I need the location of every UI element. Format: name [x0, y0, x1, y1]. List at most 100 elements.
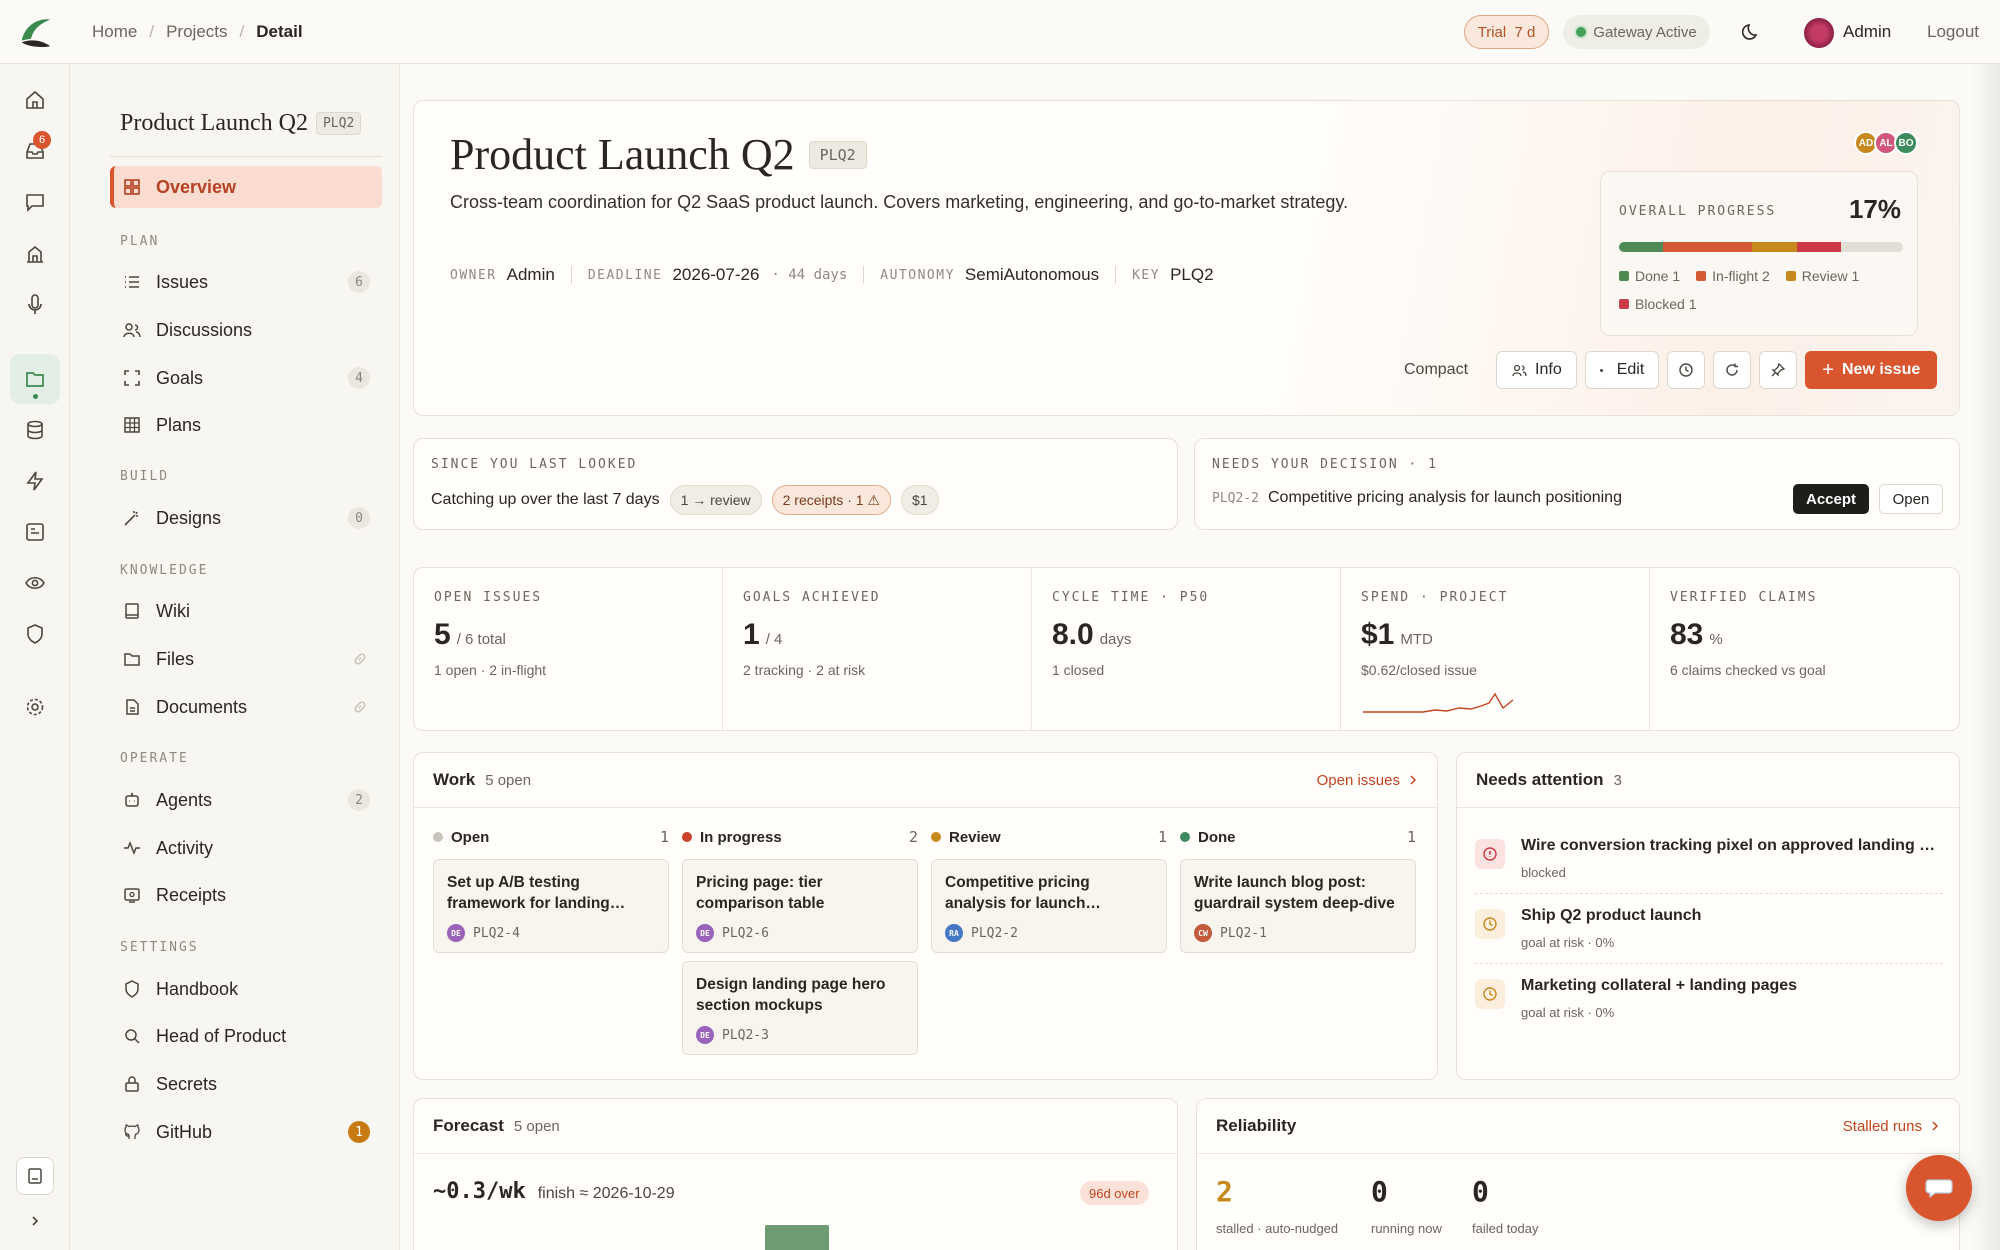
attention-item[interactable]: Marketing collateral + landing pages goal…	[1475, 971, 1943, 1039]
sidebar-item-discussions[interactable]: Discussions	[110, 309, 382, 351]
metric-tile[interactable]: VERIFIED CLAIMS 83% 6 claims checked vs go…	[1650, 568, 1959, 730]
since-text: Catching up over the last 7 days	[431, 491, 660, 508]
breadcrumb-projects[interactable]: Projects	[166, 22, 227, 42]
work-count: 5 open	[485, 771, 532, 789]
kanban-column: Done 1 Write launch blog post: guardrail s…	[1180, 825, 1416, 953]
app-logo[interactable]	[16, 12, 54, 50]
breadcrumb: Home / Projects / Detail	[92, 22, 303, 42]
status-dot	[1576, 27, 1587, 37]
pin-icon	[1771, 362, 1786, 377]
chevron-right-icon[interactable]	[28, 1214, 42, 1228]
building-icon[interactable]	[24, 243, 46, 265]
gear-icon[interactable]	[24, 696, 46, 718]
member-avatars[interactable]: AD AL BO	[1854, 131, 1918, 155]
sidebar-item-activity[interactable]: Activity	[110, 827, 382, 869]
avatar: CW	[1194, 924, 1212, 942]
link-icon	[354, 653, 366, 665]
stalled-runs-link[interactable]: Stalled runs	[1843, 1118, 1940, 1135]
sidebar-item-plans[interactable]: Plans	[110, 404, 382, 446]
reliability-label: stalled · auto-nudged	[1216, 1221, 1339, 1236]
folder-icon[interactable]	[24, 368, 46, 390]
legend-label: Blocked 1	[1635, 296, 1697, 312]
accept-button[interactable]: Accept	[1793, 484, 1869, 514]
refresh-button[interactable]	[1713, 351, 1752, 389]
history-button[interactable]	[1667, 351, 1706, 389]
sidebar-item-designs[interactable]: Designs 0	[110, 497, 382, 539]
attention-subtext: blocked	[1521, 865, 1566, 880]
autonomy-value[interactable]: SemiAutonomous	[965, 265, 1099, 285]
attention-item[interactable]: Wire conversion tracking pixel on approv…	[1475, 831, 1943, 899]
sidebar-item-issues[interactable]: Issues 6	[110, 261, 382, 303]
sidebar-item-head-of-product[interactable]: Head of Product	[110, 1015, 382, 1057]
sidebar-item-secrets[interactable]: Secrets	[110, 1063, 382, 1105]
attention-item[interactable]: Ship Q2 product launch goal at risk · 0%	[1475, 901, 1943, 969]
sidebar-item-agents[interactable]: Agents 2	[110, 779, 382, 821]
edit-button[interactable]: Edit	[1584, 351, 1660, 389]
folder-icon	[124, 653, 140, 666]
book-button[interactable]	[16, 1157, 54, 1195]
issue-card[interactable]: Design landing page hero section mockups…	[682, 961, 918, 1055]
avatar[interactable]: BO	[1894, 131, 1918, 155]
sidebar-item-label: Documents	[156, 696, 248, 717]
metric-subtext: $0.62/closed issue	[1361, 662, 1477, 678]
attention-subtext: goal at risk · 0%	[1521, 935, 1615, 950]
sidebar-item-goals[interactable]: Goals 4	[110, 357, 382, 399]
issue-card[interactable]: Write launch blog post: guardrail system…	[1180, 859, 1416, 953]
metric-tile[interactable]: SPEND · PROJECT $1 MTD $0.62/closed issue	[1341, 568, 1650, 730]
spend-chip[interactable]: $1	[900, 485, 939, 515]
gateway-status[interactable]: Gateway Active	[1563, 15, 1710, 49]
sidebar-item-handbook[interactable]: Handbook	[110, 968, 382, 1010]
avatar: DE	[696, 924, 714, 942]
review-chip[interactable]: 1 → review	[669, 485, 762, 515]
overall-progress-panel: OVERALL PROGRESS 17% Done 1 In-flight 2 Re…	[1600, 171, 1918, 336]
open-button[interactable]: Open	[1879, 484, 1943, 514]
pin-button[interactable]	[1759, 351, 1798, 389]
lightning-icon[interactable]	[24, 470, 46, 492]
info-button[interactable]: Info	[1496, 351, 1577, 389]
chat-fab-button[interactable]	[1906, 1155, 1972, 1221]
sidebar-item-label: Activity	[156, 837, 214, 858]
chat-icon[interactable]	[24, 191, 46, 213]
sidebar-item-label: Plans	[156, 414, 202, 435]
logout-link[interactable]: Logout	[1927, 22, 1979, 42]
sidebar-item-documents[interactable]: Documents	[110, 686, 382, 728]
issue-card[interactable]: Set up A/B testing framework for landing…	[433, 859, 669, 953]
decision-title[interactable]: Competitive pricing analysis for launch …	[1268, 489, 1622, 507]
meta-label: AUTONOMY	[880, 267, 955, 283]
user-name[interactable]: Admin	[1843, 22, 1891, 42]
receipts-chip[interactable]: 2 receipts · 1 ⚠	[771, 485, 891, 515]
sidebar-item-receipts[interactable]: Receipts	[110, 874, 382, 916]
microphone-icon[interactable]	[24, 294, 46, 316]
metric-subtext: 1 closed	[1052, 662, 1105, 678]
metric-tile[interactable]: GOALS ACHIEVED 1 / 4 2 tracking · 2 at risk	[723, 568, 1032, 730]
sidebar-item-overview[interactable]: Overview	[110, 166, 382, 208]
metric-tile[interactable]: CYCLE TIME · P50 8.0 days 1 closed	[1032, 568, 1341, 730]
avatar[interactable]	[1804, 18, 1834, 48]
database-icon[interactable]	[24, 419, 46, 441]
reliability-card: Reliability Stalled runs 2 stalled · auto…	[1196, 1098, 1960, 1250]
breadcrumb-home[interactable]: Home	[92, 22, 137, 42]
divider	[863, 266, 865, 284]
breadcrumb-separator: /	[149, 22, 155, 41]
shield-icon[interactable]	[24, 623, 46, 645]
new-issue-button[interactable]: + New issue	[1805, 351, 1938, 389]
issue-card[interactable]: Competitive pricing analysis for launch……	[931, 859, 1167, 953]
sidebar-item-github[interactable]: GitHub 1	[110, 1111, 382, 1153]
open-issues-link[interactable]: Open issues	[1317, 772, 1418, 789]
eye-icon[interactable]	[24, 572, 46, 594]
scroll-shadow	[1972, 64, 2000, 1250]
sidebar-item-files[interactable]: Files	[110, 638, 382, 680]
sidebar-item-label: Handbook	[156, 978, 239, 999]
owner-value[interactable]: Admin	[507, 265, 555, 285]
trial-badge[interactable]: Trial 7 d	[1464, 15, 1549, 49]
sidebar-item-wiki[interactable]: Wiki	[110, 590, 382, 632]
theme-toggle-moon-icon[interactable]	[1742, 22, 1762, 42]
board-icon[interactable]	[24, 521, 46, 543]
robot-icon	[125, 793, 139, 807]
issue-card[interactable]: Pricing page: tier comparison table over…	[682, 859, 918, 953]
metric-tile[interactable]: OPEN ISSUES 5 / 6 total 1 open · 2 in-fligh…	[414, 568, 723, 730]
card-header: Forecast 5 open	[414, 1099, 1177, 1154]
home-icon[interactable]	[24, 89, 46, 111]
compact-button[interactable]: Compact	[1384, 351, 1488, 389]
column-header: Open 1	[433, 825, 669, 849]
